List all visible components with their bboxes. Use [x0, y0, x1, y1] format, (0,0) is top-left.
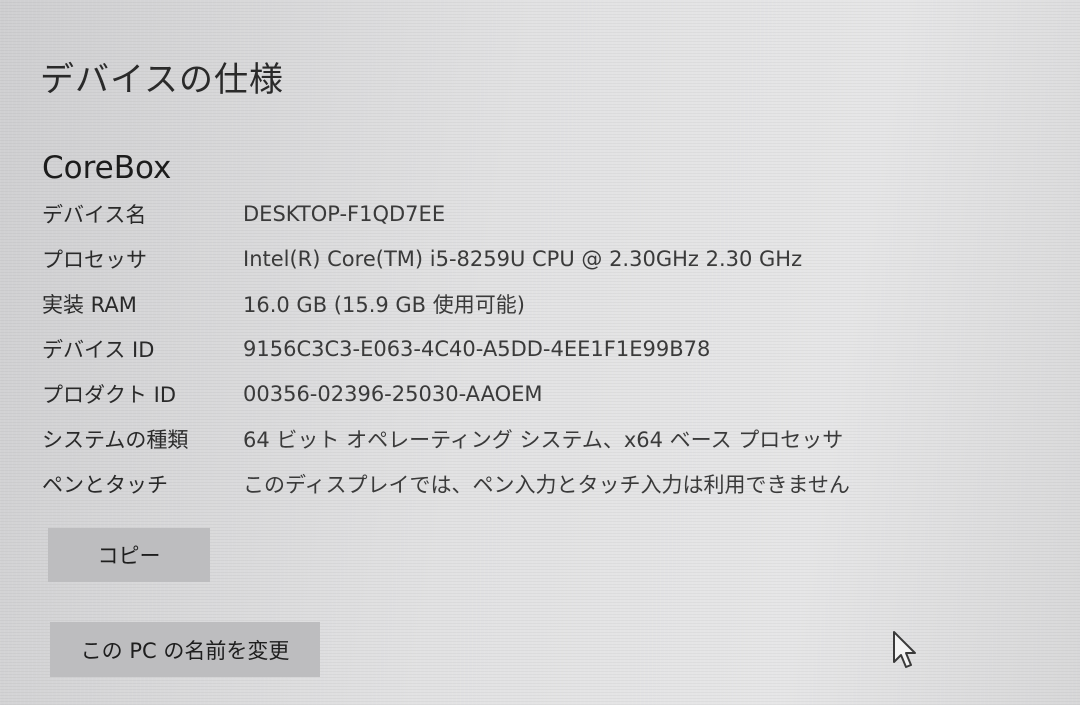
spec-row-device-id: デバイス ID 9156C3C3-E063-4C40-A5DD-4EE1F1E9… — [42, 326, 850, 371]
spec-value: 16.0 GB (15.9 GB 使用可能) — [243, 292, 525, 317]
spec-label: プロセッサ — [42, 247, 147, 272]
spec-value: DESKTOP-F1QD7EE — [243, 201, 446, 226]
page-title: デバイスの仕様 — [40, 60, 284, 100]
spec-value: 64 ビット オペレーティング システム、x64 ベース プロセッサ — [243, 427, 844, 452]
spec-row-processor: プロセッサ Intel(R) Core(TM) i5-8259U CPU @ 2… — [42, 236, 850, 281]
spec-row-product-id: プロダクト ID 00356-02396-25030-AAOEM — [42, 371, 850, 416]
spec-row-ram: 実装 RAM 16.0 GB (15.9 GB 使用可能) — [42, 281, 850, 326]
copy-button[interactable]: コピー — [48, 528, 210, 582]
spec-value: 00356-02396-25030-AAOEM — [243, 381, 543, 406]
spec-label: デバイス ID — [42, 337, 155, 362]
spec-value: 9156C3C3-E063-4C40-A5DD-4EE1F1E99B78 — [243, 336, 711, 361]
spec-row-system-type: システムの種類 64 ビット オペレーティング システム、x64 ベース プロセ… — [42, 416, 850, 461]
spec-label: デバイス名 — [42, 202, 147, 227]
spec-value: このディスプレイでは、ペン入力とタッチ入力は利用できません — [243, 472, 850, 497]
rename-pc-button[interactable]: この PC の名前を変更 — [50, 622, 320, 677]
mouse-pointer-icon — [892, 630, 918, 670]
spec-label: ペンとタッチ — [42, 472, 168, 497]
spec-label: プロダクト ID — [42, 382, 177, 407]
spec-row-pen-touch: ペンとタッチ このディスプレイでは、ペン入力とタッチ入力は利用できません — [42, 461, 850, 506]
specs-list: デバイス名 DESKTOP-F1QD7EE プロセッサ Intel(R) Cor… — [42, 191, 850, 506]
spec-label: システムの種類 — [42, 427, 189, 452]
spec-value: Intel(R) Core(TM) i5-8259U CPU @ 2.30GHz… — [243, 246, 803, 271]
spec-label: 実装 RAM — [42, 292, 137, 317]
spec-row-device-name: デバイス名 DESKTOP-F1QD7EE — [42, 191, 850, 236]
device-name-heading: CoreBox — [42, 150, 172, 186]
